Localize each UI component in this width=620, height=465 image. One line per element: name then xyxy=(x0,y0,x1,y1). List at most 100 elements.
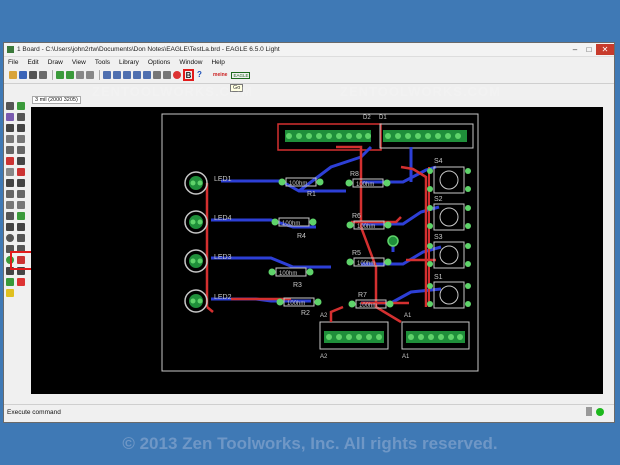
miter-icon[interactable] xyxy=(17,190,25,198)
move-icon[interactable] xyxy=(6,124,14,132)
label-led4: LED4 xyxy=(214,215,232,222)
menu-tools[interactable]: Tools xyxy=(95,59,110,66)
add-icon[interactable] xyxy=(17,157,25,165)
status-text: Execute command xyxy=(7,408,61,416)
ulp-icon[interactable] xyxy=(86,71,94,79)
label-d1: D1 xyxy=(379,115,387,121)
delete-icon[interactable] xyxy=(6,157,14,165)
label-r2: R2 xyxy=(301,310,310,317)
menu-view[interactable]: View xyxy=(72,59,86,66)
label-s4: S4 xyxy=(434,158,443,165)
eagle-logo: EAGLE xyxy=(231,71,251,79)
schematic-icon[interactable] xyxy=(66,71,74,79)
value-r4: 100hm xyxy=(282,221,300,227)
rotate-icon[interactable] xyxy=(17,135,25,143)
bottom-traces xyxy=(211,145,442,305)
board-icon[interactable] xyxy=(56,71,64,79)
menu-help[interactable]: Help xyxy=(211,59,224,66)
undo-icon[interactable] xyxy=(153,71,161,79)
mirror-icon[interactable] xyxy=(6,135,14,143)
label-s3: S3 xyxy=(434,234,443,241)
redraw-icon[interactable] xyxy=(133,71,141,79)
split-wire-icon[interactable] xyxy=(6,201,14,209)
help-icon[interactable]: ? xyxy=(197,71,205,79)
app-icon xyxy=(7,46,14,53)
main-toolbar: B ? meine EAGLE Go xyxy=(4,67,614,92)
status-go-icon[interactable] xyxy=(596,408,604,416)
label-r4: R4 xyxy=(297,233,306,240)
title-bar: 1 Board - C:\Users\john2rtw\Documents\Do… xyxy=(4,43,614,57)
smash-icon[interactable] xyxy=(6,190,14,198)
watermark-left: ZENTOOLWORKS.COM xyxy=(92,84,253,99)
label-s1: S1 xyxy=(434,274,443,281)
zoom-in-icon[interactable] xyxy=(113,71,121,79)
value-r6: 100hm xyxy=(357,224,375,230)
label-a1-top: A1 xyxy=(404,313,412,319)
menu-edit[interactable]: Edit xyxy=(27,59,38,66)
cam-icon[interactable] xyxy=(39,71,47,79)
zoom-select-icon[interactable] xyxy=(143,71,151,79)
status-scroll-button[interactable] xyxy=(586,407,592,416)
optimize-icon[interactable] xyxy=(17,201,25,209)
arc-icon[interactable] xyxy=(17,234,25,242)
change-icon[interactable] xyxy=(17,146,25,154)
copy-icon[interactable] xyxy=(17,124,25,132)
wire-icon[interactable] xyxy=(6,223,14,231)
label-s2: S2 xyxy=(434,196,443,203)
label-r1: R1 xyxy=(307,191,316,198)
ratsnest-icon[interactable] xyxy=(17,212,25,220)
circle-icon[interactable] xyxy=(6,234,14,242)
display-icon[interactable] xyxy=(6,113,14,121)
toolbar-separator xyxy=(52,70,53,80)
cadsoft-logo: meine xyxy=(213,72,228,78)
close-button[interactable]: ✕ xyxy=(596,44,614,55)
open-icon[interactable] xyxy=(9,71,17,79)
redo-icon[interactable] xyxy=(163,71,171,79)
menu-library[interactable]: Library xyxy=(119,59,139,66)
minimize-button[interactable]: – xyxy=(568,44,582,55)
print-icon[interactable] xyxy=(29,71,37,79)
label-r8: R8 xyxy=(350,171,359,178)
name-icon[interactable] xyxy=(6,179,14,187)
group-icon[interactable] xyxy=(6,146,14,154)
drc-icon[interactable] xyxy=(6,278,14,286)
menu-draw[interactable]: Draw xyxy=(48,59,63,66)
errors-icon[interactable] xyxy=(17,278,25,286)
window-title: 1 Board - C:\Users\john2rtw\Documents\Do… xyxy=(17,46,280,53)
value-r5: 100hm xyxy=(357,261,375,267)
text-icon[interactable] xyxy=(17,223,25,231)
save-icon[interactable] xyxy=(19,71,27,79)
route-icon[interactable] xyxy=(6,212,14,220)
go-button[interactable]: B xyxy=(183,69,194,81)
status-bar: Execute command xyxy=(4,404,614,419)
script-icon[interactable] xyxy=(76,71,84,79)
copyright-footer: © 2013 Zen Toolworks, Inc. All rights re… xyxy=(122,434,498,453)
value-r1: 100hm xyxy=(289,181,307,187)
menu-options[interactable]: Options xyxy=(148,59,170,66)
label-r7: R7 xyxy=(358,292,367,299)
zoom-fit-icon[interactable] xyxy=(103,71,111,79)
maximize-button[interactable]: □ xyxy=(582,44,596,55)
autorouter-icon[interactable] xyxy=(6,289,14,297)
info-icon[interactable] xyxy=(6,102,14,110)
menu-file[interactable]: File xyxy=(8,59,18,66)
board-canvas[interactable]: D2 D1 A2 A1 A1 A2 LED1 LED4 LED3 LED2 10… xyxy=(31,107,603,394)
menu-bar: File Edit Draw View Tools Library Option… xyxy=(4,57,614,67)
label-a2-top: A2 xyxy=(320,313,328,319)
show-icon[interactable] xyxy=(17,102,25,110)
header-d2-pads xyxy=(286,133,371,139)
label-d2: D2 xyxy=(363,115,371,121)
menu-window[interactable]: Window xyxy=(179,59,202,66)
label-led2: LED2 xyxy=(214,294,232,301)
zoom-out-icon[interactable] xyxy=(123,71,131,79)
resistors-right xyxy=(345,178,394,309)
value-icon[interactable] xyxy=(17,179,25,187)
label-a2: A2 xyxy=(320,354,328,360)
paste-icon[interactable] xyxy=(6,168,14,176)
watermark-right: ZENTOOLWORKS.COM xyxy=(340,84,501,99)
header-a2-body xyxy=(324,331,384,343)
stop-icon[interactable] xyxy=(173,71,181,79)
coordinate-display: 3 mil (2000 3205) xyxy=(32,96,81,104)
mark-icon[interactable] xyxy=(17,113,25,121)
split-icon[interactable] xyxy=(17,168,25,176)
